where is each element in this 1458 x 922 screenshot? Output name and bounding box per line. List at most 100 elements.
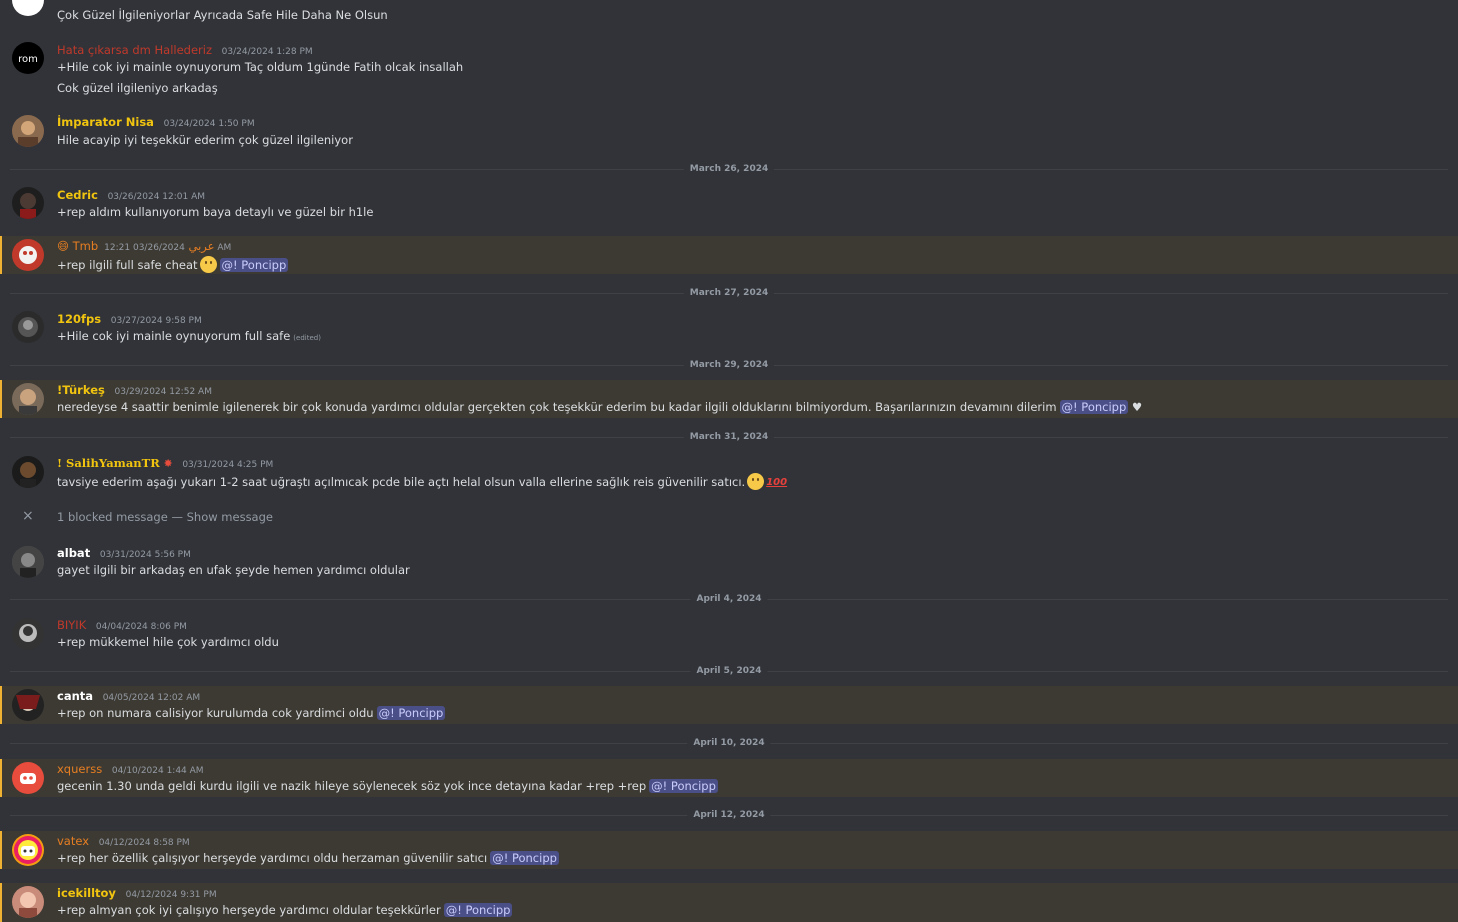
message-header: 😄 Tmbعربي 03/26/2024 12:21 AM: [57, 239, 231, 253]
user-mention[interactable]: @! Poncipp: [376, 706, 446, 720]
message-header: icekilltoy 04/12/2024 9:31 PM: [57, 886, 217, 900]
message-header: Hata çıkarsa dm Hallederiz 03/24/2024 1:…: [57, 43, 313, 57]
message-text: +rep almyan çok iyi çalışıyo herşeyde ya…: [57, 903, 513, 917]
message-body: +rep almyan çok iyi çalışıyo herşeyde ya…: [57, 903, 441, 917]
message-text: +Hile cok iyi mainle oynuyorum Taç oldum…: [57, 60, 464, 74]
date-divider-label: March 29, 2024: [683, 360, 775, 370]
blocked-message: × 1 blocked message — Show message: [0, 506, 1458, 528]
avatar[interactable]: [12, 886, 44, 918]
avatar[interactable]: [12, 115, 44, 147]
message: albat 03/31/2024 5:56 PM gayet ilgili bi…: [0, 543, 1458, 583]
message-text: +rep mükkemel hile çok yardımcı oldu: [57, 635, 279, 649]
username[interactable]: Cedric: [57, 188, 98, 202]
timestamp: 04/12/2024 9:31 PM: [125, 890, 217, 900]
message-mention: canta 04/05/2024 12:02 AM +rep on numara…: [0, 686, 1458, 724]
timestamp: 04/12/2024 8:58 PM: [98, 838, 190, 848]
avatar[interactable]: [12, 546, 44, 578]
avatar[interactable]: [12, 0, 44, 16]
timestamp: 04/10/2024 1:44 AM: [111, 766, 204, 776]
blocked-label: 1 blocked message —: [57, 510, 187, 524]
message-body: +Hile cok iyi mainle oynuyorum full safe: [57, 329, 291, 343]
user-mention[interactable]: @! Poncipp: [219, 258, 289, 272]
close-icon[interactable]: ×: [22, 508, 34, 524]
message-text: neredeyse 4 saattir benimle igilenerek b…: [57, 400, 1142, 414]
username[interactable]: !Türkeş: [57, 383, 105, 397]
avatar[interactable]: [12, 456, 44, 488]
avatar[interactable]: [12, 618, 44, 650]
message-body: +rep on numara calisiyor kurulumda cok y…: [57, 706, 374, 720]
message-header: 120fps 03/27/2024 9:58 PM: [57, 312, 202, 326]
avatar-text: rom: [18, 54, 38, 65]
username[interactable]: Hata çıkarsa dm Hallederiz: [57, 43, 212, 57]
date-divider: April 10, 2024: [10, 738, 1448, 748]
timestamp: 04/05/2024 12:02 AM: [102, 693, 201, 703]
message-body: gecenin 1.30 unda geldi kurdu ilgili ve …: [57, 779, 647, 793]
avatar[interactable]: [12, 762, 44, 794]
username[interactable]: BIYIK: [57, 618, 86, 632]
message-text: Hile acayip iyi teşekkür ederim çok güze…: [57, 133, 353, 147]
message: BIYIK 04/04/2024 8:06 PM +rep mükkemel h…: [0, 615, 1458, 655]
date-divider: March 27, 2024: [10, 288, 1448, 298]
avatar[interactable]: [12, 239, 44, 271]
timestamp: 04/04/2024 8:06 PM: [95, 622, 187, 632]
date-divider: April 5, 2024: [10, 666, 1448, 676]
message-header: vatex 04/12/2024 8:58 PM: [57, 834, 190, 848]
message: rom Hata çıkarsa dm Hallederiz 03/24/202…: [0, 40, 1458, 98]
date-divider-label: March 31, 2024: [683, 432, 775, 442]
username[interactable]: 120fps: [57, 312, 101, 326]
username[interactable]: xquerss: [57, 762, 102, 776]
message-text: Cok güzel ilgileniyo arkadaş: [57, 81, 218, 95]
message: ! SalihYamanTR ✸ 03/31/2024 4:25 PM tavs…: [0, 453, 1458, 493]
date-divider-label: April 4, 2024: [690, 594, 768, 604]
message-header: İmparator Nisa 03/24/2024 1:50 PM: [57, 115, 255, 129]
heart-suffix: ♥: [1131, 400, 1143, 414]
date-divider: April 4, 2024: [10, 594, 1448, 604]
user-mention[interactable]: @! Poncipp: [490, 851, 559, 865]
message-header: ! SalihYamanTR ✸ 03/31/2024 4:25 PM: [57, 456, 273, 470]
message-text: tavsiye ederim aşağı yukarı 1-2 saat uğr…: [57, 473, 787, 490]
message-header: canta 04/05/2024 12:02 AM: [57, 689, 200, 703]
message-text: +rep on numara calisiyor kurulumda cok y…: [57, 706, 446, 720]
blocked-message-text: 1 blocked message — Show message: [57, 510, 273, 524]
message: Cedric 03/26/2024 12:01 AM +rep aldım ku…: [0, 185, 1458, 225]
message-mention: 😄 Tmbعربي 03/26/2024 12:21 AM +rep ilgil…: [0, 236, 1458, 274]
message-header: albat 03/31/2024 5:56 PM: [57, 546, 191, 560]
saluting-face-emoji-icon: [747, 473, 765, 490]
message-text: gecenin 1.30 unda geldi kurdu ilgili ve …: [57, 779, 718, 793]
timestamp: 03/31/2024 5:56 PM: [99, 550, 191, 560]
message-header: BIYIK 04/04/2024 8:06 PM: [57, 618, 187, 632]
message-body: neredeyse 4 saattir benimle igilenerek b…: [57, 400, 1057, 414]
avatar[interactable]: [12, 383, 44, 415]
avatar[interactable]: [12, 311, 44, 343]
date-divider-label: April 10, 2024: [687, 738, 771, 748]
edited-tag: (edited): [293, 334, 321, 342]
message-text: +Hile cok iyi mainle oynuyorum full safe…: [57, 329, 321, 343]
username[interactable]: canta: [57, 689, 93, 703]
message-mention: vatex 04/12/2024 8:58 PM +rep her özelli…: [0, 831, 1458, 869]
message-text: +rep aldım kullanıyorum baya detaylı ve …: [57, 205, 374, 219]
timestamp: 03/24/2024 1:50 PM: [163, 119, 255, 129]
username[interactable]: albat: [57, 546, 90, 560]
message-text: Çok Güzel İlgileniyorlar Ayrıcada Safe H…: [57, 8, 388, 22]
avatar[interactable]: [12, 834, 44, 866]
timestamp: 03/26/2024 12:01 AM: [107, 192, 206, 202]
date-divider-label: April 12, 2024: [687, 810, 771, 820]
show-message-link[interactable]: Show message: [187, 510, 273, 524]
avatar[interactable]: [12, 187, 44, 219]
username[interactable]: ! SalihYamanTR: [57, 456, 160, 470]
avatar[interactable]: rom: [12, 42, 44, 74]
username[interactable]: İmparator Nisa: [57, 115, 154, 129]
username[interactable]: icekilltoy: [57, 886, 116, 900]
message-header: xquerss 04/10/2024 1:44 AM: [57, 762, 204, 776]
user-mention[interactable]: @! Poncipp: [443, 903, 513, 917]
avatar[interactable]: [12, 689, 44, 721]
user-mention[interactable]: @! Poncipp: [1059, 400, 1129, 414]
message-mention: xquerss 04/10/2024 1:44 AM gecenin 1.30 …: [0, 759, 1458, 797]
date-divider-label: March 27, 2024: [683, 288, 775, 298]
date-divider: March 26, 2024: [10, 164, 1448, 174]
user-mention[interactable]: @! Poncipp: [649, 779, 718, 793]
message-text: +rep ilgili full safe cheat @! Poncipp: [57, 256, 289, 273]
username[interactable]: vatex: [57, 834, 89, 848]
date-divider-label: April 5, 2024: [690, 666, 768, 676]
message: İmparator Nisa 03/24/2024 1:50 PM Hile a…: [0, 112, 1458, 152]
